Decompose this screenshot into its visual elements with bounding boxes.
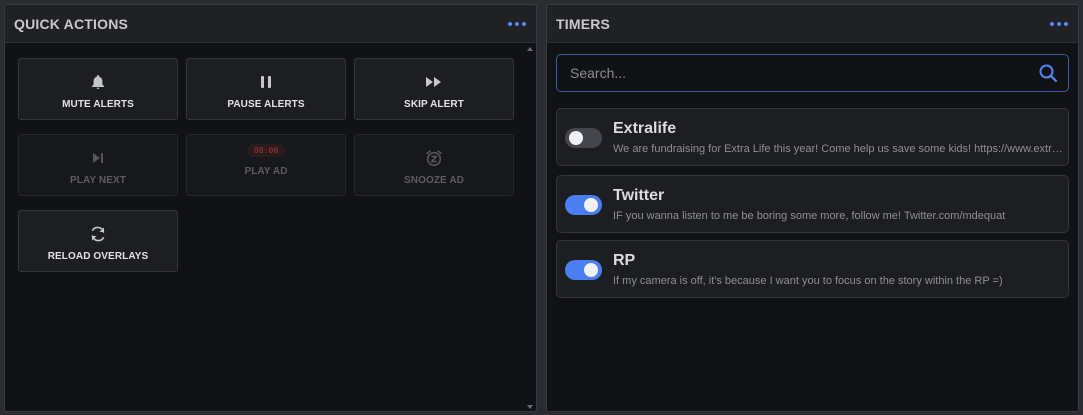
- more-horizontal-icon[interactable]: [504, 18, 526, 30]
- fast-forward-icon: [424, 73, 444, 91]
- play-ad-button[interactable]: 00:00 PLAY AD: [186, 134, 346, 196]
- quick-actions-title: QUICK ACTIONS: [14, 15, 129, 32]
- reload-overlays-button[interactable]: RELOAD OVERLAYS: [18, 210, 178, 272]
- timer-name: Twitter: [613, 187, 665, 204]
- reload-overlays-label: RELOAD OVERLAYS: [47, 251, 149, 262]
- skip-alert-button[interactable]: SKIP ALERT: [354, 58, 514, 120]
- timer-name: Extralife: [613, 120, 677, 137]
- timer-name: RP: [613, 252, 636, 269]
- scroll-up-arrow-icon[interactable]: [527, 47, 533, 51]
- timer-toggle[interactable]: [565, 128, 602, 148]
- more-horizontal-icon[interactable]: [1046, 18, 1068, 30]
- timers-header: TIMERS: [547, 5, 1078, 43]
- quick-actions-scrollbar[interactable]: [525, 45, 535, 411]
- timer-card[interactable]: Twitter IF you wanna listen to me be bor…: [556, 175, 1069, 233]
- pause-alerts-button[interactable]: PAUSE ALERTS: [186, 58, 346, 120]
- timer-message: If my camera is off, it's because I want…: [613, 275, 1003, 287]
- scroll-down-arrow-icon[interactable]: [527, 405, 533, 409]
- timers-search: [556, 54, 1069, 92]
- play-next-button[interactable]: PLAY NEXT: [18, 134, 178, 196]
- refresh-icon: [88, 225, 108, 243]
- quick-actions-panel: QUICK ACTIONS MUTE ALERTS PAUSE ALERTS S…: [4, 4, 537, 412]
- search-input[interactable]: [570, 65, 1038, 81]
- skip-alert-label: SKIP ALERT: [404, 99, 464, 110]
- skip-next-icon: [88, 149, 108, 167]
- timers-title: TIMERS: [556, 15, 611, 32]
- mute-alerts-label: MUTE ALERTS: [62, 99, 134, 110]
- timer-toggle[interactable]: [565, 195, 602, 215]
- snooze-alarm-icon: [424, 149, 444, 167]
- pause-icon: [256, 73, 276, 91]
- snooze-ad-button[interactable]: SNOOZE AD: [354, 134, 514, 196]
- timer-message: We are fundraising for Extra Life this y…: [613, 143, 1063, 155]
- search-icon[interactable]: [1038, 63, 1058, 83]
- timer-card[interactable]: RP If my camera is off, it's because I w…: [556, 240, 1069, 298]
- mute-alerts-button[interactable]: MUTE ALERTS: [18, 58, 178, 120]
- timer-message: IF you wanna listen to me be boring some…: [613, 210, 1006, 222]
- timer-toggle[interactable]: [565, 260, 602, 280]
- bell-icon: [88, 73, 108, 91]
- play-next-label: PLAY NEXT: [70, 175, 126, 186]
- timer-card[interactable]: Extralife We are fundraising for Extra L…: [556, 108, 1069, 166]
- timers-panel: TIMERS Extralife We are fundraising for …: [546, 4, 1079, 412]
- snooze-ad-label: SNOOZE AD: [404, 175, 464, 186]
- ad-timer-badge: 00:00: [246, 144, 286, 157]
- pause-alerts-label: PAUSE ALERTS: [227, 99, 305, 110]
- quick-actions-header: QUICK ACTIONS: [5, 5, 536, 43]
- play-ad-label: PLAY AD: [244, 166, 288, 177]
